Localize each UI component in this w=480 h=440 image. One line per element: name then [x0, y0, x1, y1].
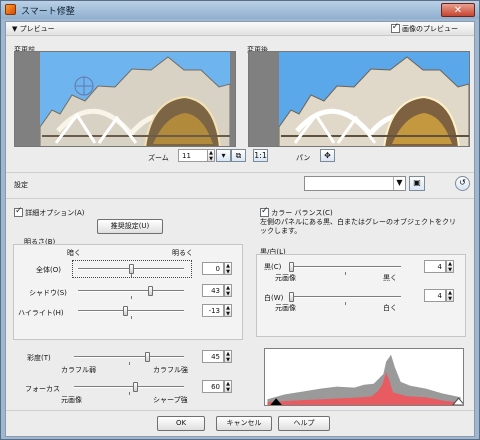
white-more-label: 白く — [383, 304, 397, 312]
chevron-down-icon: ▼ — [393, 177, 405, 190]
saturation-slider-thumb[interactable] — [144, 352, 150, 362]
overall-value-input[interactable]: 0 — [202, 262, 224, 275]
focus-slider[interactable] — [74, 382, 184, 395]
footer-separator — [6, 410, 474, 411]
before-preview[interactable] — [14, 51, 236, 147]
color-balance-help-text: 左側のパネルにある黒、白またはグレーのオブジェクトをクリックします。 — [260, 218, 456, 235]
highlight-spinner[interactable]: ▲ ▼ — [224, 304, 232, 317]
app-icon — [5, 4, 16, 15]
before-image[interactable] — [39, 52, 231, 146]
shadow-slider-thumb[interactable] — [148, 286, 154, 296]
highlight-value-input[interactable]: -13 — [202, 304, 224, 317]
pan-icon[interactable]: ✥ — [320, 149, 335, 162]
image-preview-label: 画像のプレビュー — [402, 25, 458, 33]
white-original-label: 元画像 — [275, 304, 296, 312]
histogram-chart — [267, 354, 463, 405]
after-right-gutter — [469, 52, 470, 147]
image-preview-checkbox[interactable] — [390, 22, 400, 33]
overall-spinner[interactable]: ▲ ▼ — [224, 262, 232, 275]
preview-separator — [6, 172, 474, 173]
overall-slider[interactable] — [78, 264, 184, 277]
zoom-dropdown-button[interactable]: ▾ — [216, 149, 231, 162]
save-preset-icon[interactable]: ▣ — [409, 176, 425, 191]
shadow-spinner[interactable]: ▲ ▼ — [224, 284, 232, 297]
focus-value-input[interactable]: 60 — [202, 380, 224, 393]
white-slider[interactable] — [289, 292, 401, 305]
white-value-input[interactable]: 4 — [424, 289, 446, 302]
pan-label: パン — [296, 154, 311, 162]
focus-original-label: 元画像 — [61, 396, 82, 404]
preset-select[interactable]: ▼ — [304, 176, 406, 191]
black-original-label: 元画像 — [275, 274, 296, 282]
overall-slider-thumb[interactable] — [129, 264, 134, 274]
white-label: 白(W) — [264, 294, 284, 302]
cathedral-image-adjusted — [278, 52, 469, 146]
shadow-slider[interactable] — [78, 286, 184, 299]
white-slider-thumb[interactable] — [289, 292, 295, 302]
preview-section-header: ▼ プレビュー 画像のプレビュー — [6, 22, 474, 36]
close-button[interactable]: ✕ — [441, 3, 475, 17]
zoom-spinner[interactable]: ▲ ▼ — [207, 149, 215, 162]
ok-button[interactable]: OK — [157, 416, 205, 431]
preview-section-toggle[interactable]: ▼ プレビュー — [12, 24, 55, 34]
advanced-options-control[interactable]: 詳細オプション(A) — [14, 206, 85, 218]
help-button[interactable]: ヘルプ — [278, 416, 330, 431]
black-label: 黒(C) — [264, 263, 282, 271]
window-title: スマート修整 — [21, 7, 75, 17]
saturation-strong-label: カラフル強 — [153, 366, 188, 374]
focus-spinner[interactable]: ▲ ▼ — [224, 380, 232, 393]
saturation-label: 彩度(T) — [27, 354, 51, 362]
color-balance-label: カラー バランス(C) — [271, 209, 333, 217]
zoom-fit-icon[interactable]: ⧉ — [231, 149, 246, 162]
saturation-slider[interactable] — [74, 352, 184, 365]
black-value-input[interactable]: 4 — [424, 260, 446, 273]
histogram-panel — [264, 348, 464, 406]
shadow-label: シャドウ(S) — [29, 289, 67, 297]
one-to-one-icon[interactable]: 1:1 — [253, 149, 268, 162]
black-spinner[interactable]: ▲ ▼ — [446, 260, 454, 273]
black-slider[interactable] — [289, 262, 401, 275]
before-right-gutter — [230, 52, 235, 146]
color-balance-control[interactable]: カラー バランス(C) — [260, 206, 333, 218]
before-left-gutter — [15, 52, 40, 146]
smart-fix-window: スマート修整 ✕ ▼ プレビュー 画像のプレビュー 変更前 変更後 — [0, 0, 480, 440]
saturation-weak-label: カラフル弱 — [61, 366, 96, 374]
cathedral-image — [39, 52, 231, 146]
title-bar[interactable]: スマート修整 ✕ — [1, 1, 479, 19]
white-spinner[interactable]: ▲ ▼ — [446, 289, 454, 302]
brightness-bright-label: 明るく — [172, 249, 193, 257]
chevron-down-icon: ▼ — [12, 25, 18, 33]
overall-label: 全体(O) — [36, 266, 61, 274]
saturation-value-input[interactable]: 45 — [202, 350, 224, 363]
preview-section-label: プレビュー — [19, 25, 55, 33]
after-image[interactable] — [278, 52, 469, 146]
black-slider-thumb[interactable] — [289, 262, 295, 272]
after-preview[interactable] — [248, 51, 470, 147]
reset-preset-icon[interactable]: ↺ — [455, 176, 470, 191]
color-balance-checkbox[interactable] — [260, 206, 269, 217]
focus-slider-thumb[interactable] — [132, 382, 138, 392]
advanced-options-label: 詳細オプション(A) — [25, 209, 85, 217]
image-preview-checkbox-wrap[interactable]: 画像のプレビュー — [390, 22, 458, 34]
after-left-gutter — [249, 52, 279, 146]
recommended-settings-button[interactable]: 推奨設定(U) — [97, 219, 163, 234]
focus-sharp-label: シャープ強 — [153, 396, 188, 404]
settings-separator — [6, 198, 474, 199]
focus-label: フォーカス — [25, 385, 60, 393]
dialog-client: ▼ プレビュー 画像のプレビュー 変更前 変更後 — [5, 21, 475, 437]
black-more-label: 黒く — [383, 274, 397, 282]
brightness-dark-label: 暗く — [67, 249, 81, 257]
shadow-value-input[interactable]: 43 — [202, 284, 224, 297]
saturation-spinner[interactable]: ▲ ▼ — [224, 350, 232, 363]
zoom-label: ズーム — [148, 154, 169, 162]
settings-label: 設定 — [14, 181, 28, 189]
cancel-button[interactable]: キャンセル — [216, 416, 272, 431]
highlight-slider[interactable] — [78, 306, 184, 319]
advanced-options-checkbox[interactable] — [14, 206, 23, 217]
highlight-slider-thumb[interactable] — [122, 306, 128, 316]
zoom-input[interactable]: 11 — [178, 149, 208, 162]
highlight-label: ハイライト(H) — [18, 309, 64, 317]
